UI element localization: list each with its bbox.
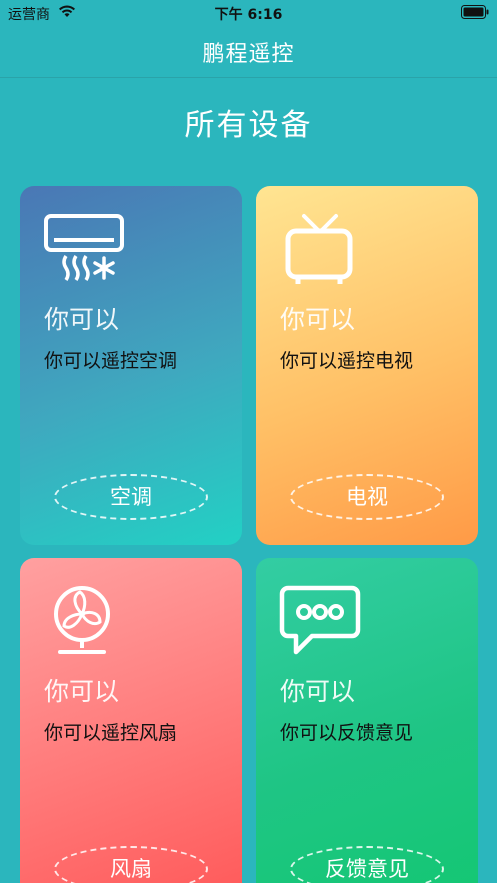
status-time: 下午 6:16	[214, 7, 283, 23]
card-description: 你可以遥控风扇	[44, 722, 178, 744]
fan-button[interactable]: 风扇	[54, 846, 208, 883]
air-conditioner-icon	[44, 214, 124, 281]
chat-bubble-icon	[279, 585, 361, 655]
nav-title: 鹏程遥控	[202, 42, 295, 67]
card-tv[interactable]: 你可以 你可以遥控电视 电视	[256, 186, 478, 545]
tv-icon	[285, 214, 353, 284]
nav-bar: 鹏程遥控	[0, 26, 497, 78]
fan-icon	[54, 586, 110, 654]
card-description: 你可以遥控空调	[44, 350, 178, 372]
card-air-conditioner[interactable]: 你可以 你可以遥控空调 空调	[20, 186, 242, 545]
card-heading: 你可以	[280, 677, 356, 706]
card-heading: 你可以	[280, 305, 356, 334]
battery-icon	[461, 5, 489, 19]
status-bar: 运营商 下午 6:16	[0, 0, 497, 26]
air-conditioner-button[interactable]: 空调	[54, 474, 208, 520]
card-feedback[interactable]: 你可以 你可以反馈意见 反馈意见	[256, 558, 478, 883]
card-heading: 你可以	[44, 677, 120, 706]
card-fan[interactable]: 你可以 你可以遥控风扇 风扇	[20, 558, 242, 883]
card-description: 你可以遥控电视	[280, 350, 414, 372]
feedback-button[interactable]: 反馈意见	[290, 846, 444, 883]
section-title: 所有设备	[184, 108, 313, 143]
tv-button[interactable]: 电视	[290, 474, 444, 520]
card-heading: 你可以	[44, 305, 120, 334]
card-description: 你可以反馈意见	[280, 722, 414, 744]
